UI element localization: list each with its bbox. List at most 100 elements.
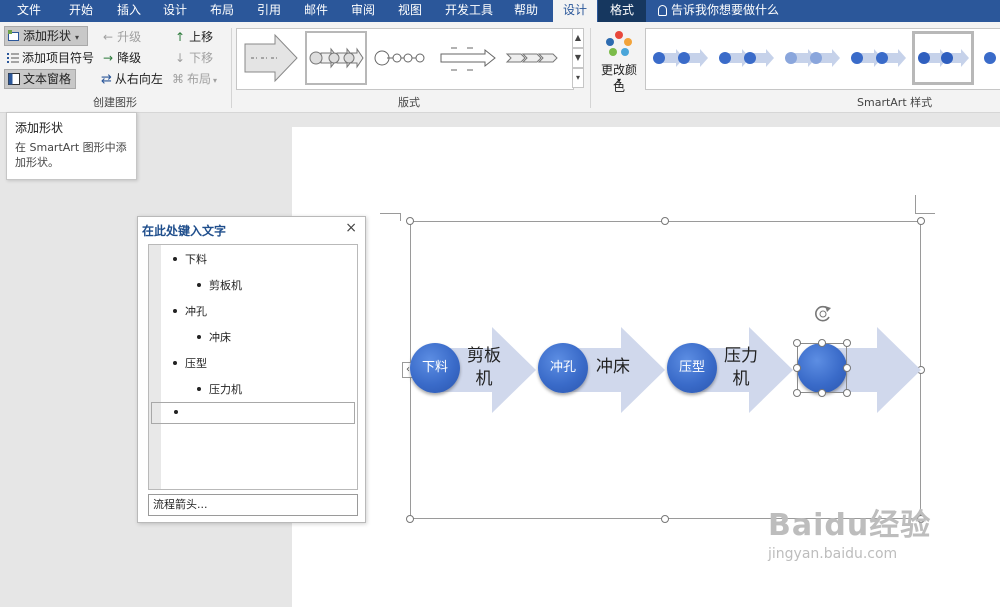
demote-button[interactable]: → 降级: [103, 48, 141, 68]
text-pane-title: 在此处键入文字: [142, 224, 227, 238]
style-thumb-selected[interactable]: [912, 31, 974, 85]
resize-handle[interactable]: [406, 217, 414, 225]
resize-handle[interactable]: [843, 339, 851, 347]
layout-thumb-process-arrows[interactable]: [305, 31, 367, 85]
margin-mark: [915, 195, 916, 214]
tab-home[interactable]: 开始: [69, 0, 93, 22]
style-thumb-intense[interactable]: [846, 31, 908, 85]
group-divider: [231, 28, 232, 108]
tab-smartart-design[interactable]: 设计: [553, 0, 598, 24]
tooltip-body: 在 SmartArt 图形中添加形状。: [15, 141, 127, 169]
layout-thumb-block-arrow[interactable]: [241, 31, 303, 85]
promote-button[interactable]: ← 升级: [103, 27, 141, 47]
list-item-level2[interactable]: 冲床: [197, 329, 231, 345]
margin-mark: [380, 213, 401, 214]
add-bullet-button[interactable]: 添加项目符号: [7, 48, 94, 68]
tell-me-search[interactable]: 告诉我你想要做什么: [658, 0, 779, 22]
move-up-button[interactable]: ↑ 上移: [175, 27, 213, 47]
layout-button[interactable]: ⌘ 布局 ▾: [172, 69, 217, 89]
rotate-handle-icon[interactable]: [812, 303, 834, 325]
change-colors-button[interactable]: 更改颜色 ▾: [596, 28, 642, 94]
process-circle[interactable]: 冲孔: [538, 343, 588, 393]
tooltip-title: 添加形状: [15, 121, 64, 135]
resize-handle[interactable]: [793, 339, 801, 347]
chevron-down-icon[interactable]: ▾: [75, 33, 79, 42]
list-item-level2[interactable]: 剪板机: [197, 277, 242, 293]
style-thumb-moderate[interactable]: [780, 31, 842, 85]
list-item-level1[interactable]: 下料: [173, 251, 207, 267]
list-item-level1[interactable]: 冲孔: [173, 303, 207, 319]
resize-handle[interactable]: [818, 339, 826, 347]
tab-smartart-format[interactable]: 格式: [598, 0, 647, 22]
process-circle[interactable]: 下料: [410, 343, 460, 393]
text-pane-icon: [8, 73, 20, 85]
tab-mailings[interactable]: 邮件: [304, 0, 328, 22]
list-item-text: 压力机: [209, 383, 242, 396]
style-thumb-flat[interactable]: [648, 31, 710, 85]
right-to-left-label: 从右向左: [114, 72, 163, 86]
arrow-left-icon: ←: [103, 30, 114, 44]
resize-handle[interactable]: [661, 217, 669, 225]
resize-handle[interactable]: [917, 217, 925, 225]
list-item-text: 下料: [185, 253, 207, 266]
resize-handle[interactable]: [843, 364, 851, 372]
list-item-level1[interactable]: 压型: [173, 355, 207, 371]
watermark-main: Baidu经验: [768, 508, 932, 543]
tab-design[interactable]: 设计: [163, 0, 187, 22]
resize-handle[interactable]: [793, 389, 801, 397]
add-shape-button[interactable]: 添加形状 ▾: [4, 26, 88, 46]
tab-review[interactable]: 审阅: [351, 0, 375, 22]
gallery-scroll-up[interactable]: ▲: [572, 28, 584, 48]
text-pane-list[interactable]: 下料 剪板机 冲孔 冲床 压型 压力机: [148, 244, 358, 490]
right-to-left-button[interactable]: ⇄ 从右向左: [101, 69, 163, 89]
promote-label: 升级: [117, 30, 142, 44]
bullet-list-icon: [7, 53, 19, 63]
layout-tree-icon: ⌘: [172, 72, 184, 86]
tab-help[interactable]: 帮助: [514, 0, 538, 22]
list-item-text: 压型: [185, 357, 207, 370]
resize-handle[interactable]: [843, 389, 851, 397]
list-item-active[interactable]: [151, 402, 355, 424]
gallery-scroll-down[interactable]: ▼: [572, 48, 584, 68]
move-down-button[interactable]: ↓ 下移: [175, 48, 213, 68]
arrow-right-icon: →: [103, 51, 114, 65]
arrow-label[interactable]: 压力机: [718, 345, 764, 391]
smartart-styles-group-label: SmartArt 样式: [857, 96, 933, 109]
arrow-label[interactable]: 剪板机: [461, 345, 507, 391]
palette-icon: [606, 31, 632, 56]
style-thumb-3d[interactable]: [978, 31, 1000, 85]
move-up-label: 上移: [189, 30, 214, 44]
resize-handle[interactable]: [661, 515, 669, 523]
resize-handle[interactable]: [406, 515, 414, 523]
arrow-up-icon: ↑: [175, 30, 186, 44]
layout-name-link[interactable]: 流程箭头...: [148, 494, 358, 516]
close-icon[interactable]: ×: [345, 220, 357, 236]
tab-file[interactable]: 文件: [17, 0, 41, 22]
layout-thumb-dashed-arrow[interactable]: [437, 31, 499, 85]
smartart-text-pane: 在此处键入文字 × 下料 剪板机 冲孔 冲床 压型 压力机 流程箭头...: [137, 216, 366, 523]
style-thumb-subtle[interactable]: [714, 31, 776, 85]
layout-thumb-chevron-list[interactable]: [503, 31, 565, 85]
layout-thumb-circle-process[interactable]: [371, 31, 433, 85]
tab-developer[interactable]: 开发工具: [445, 0, 493, 22]
list-item-level2[interactable]: 压力机: [197, 381, 242, 397]
tab-view[interactable]: 视图: [398, 0, 422, 22]
tab-insert[interactable]: 插入: [117, 0, 141, 22]
tab-references[interactable]: 引用: [257, 0, 281, 22]
list-item-text: 冲孔: [185, 305, 207, 318]
add-shape-label: 添加形状: [23, 29, 72, 43]
arrow-down-icon: ↓: [175, 51, 186, 65]
tab-layout[interactable]: 布局: [210, 0, 234, 22]
text-pane-button[interactable]: 文本窗格: [4, 69, 76, 89]
resize-handle[interactable]: [793, 364, 801, 372]
process-circle[interactable]: 压型: [667, 343, 717, 393]
arrow-label[interactable]: 冲床: [588, 356, 638, 379]
demote-label: 降级: [117, 51, 142, 65]
create-graphic-group-label: 创建图形: [93, 96, 137, 109]
move-down-label: 下移: [189, 51, 214, 65]
list-gutter: [149, 245, 161, 489]
gallery-more[interactable]: ▾: [572, 68, 584, 88]
resize-handle[interactable]: [818, 389, 826, 397]
smartart-styles-gallery: [645, 28, 1000, 90]
chevron-down-icon: ▾: [213, 76, 218, 85]
